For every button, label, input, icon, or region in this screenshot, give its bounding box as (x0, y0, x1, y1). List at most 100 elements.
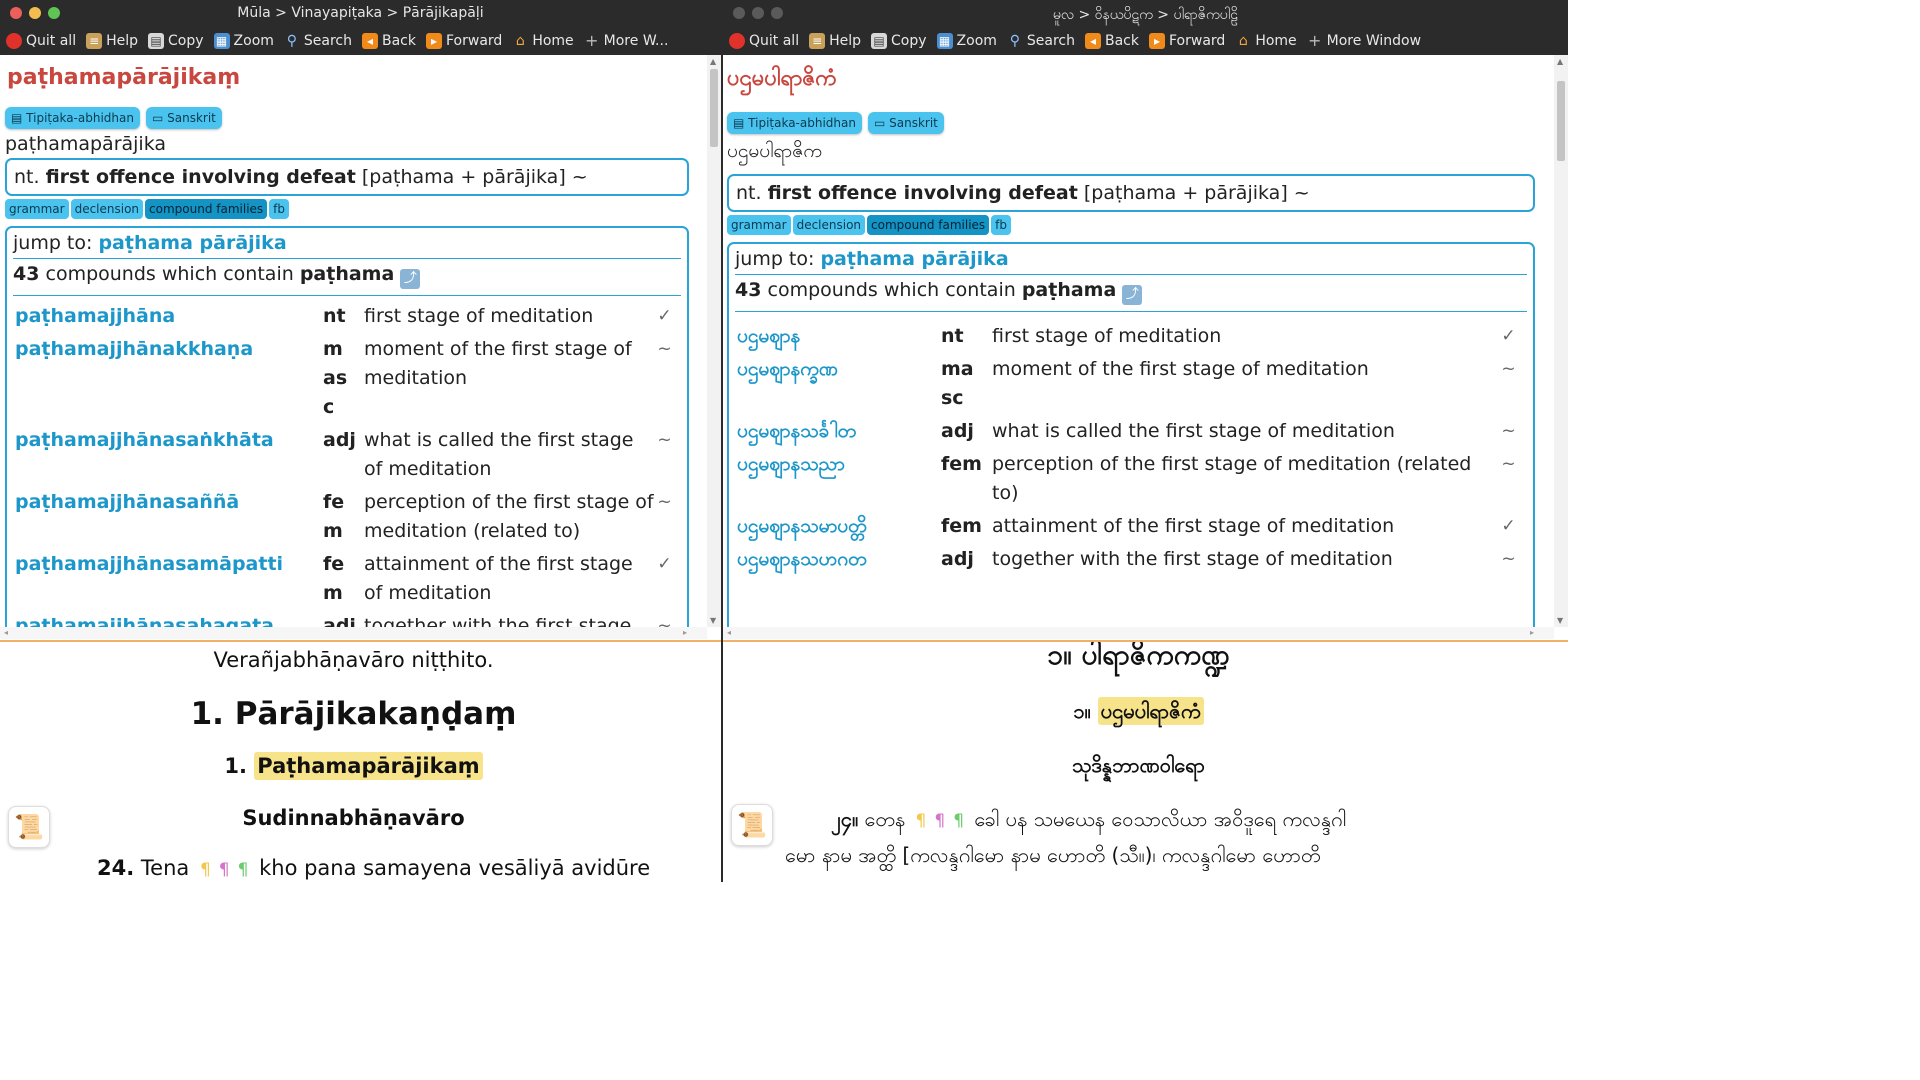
pilcrow-yellow-icon[interactable]: ¶ (916, 811, 927, 831)
compound-status: ~ (1501, 454, 1516, 474)
scroll-down-arrow[interactable]: ▼ (1557, 616, 1563, 625)
zoom-button[interactable]: ▦ Zoom (213, 33, 274, 49)
jump-links[interactable]: paṭhama pārājika (820, 248, 1008, 270)
compound-pos: ma sc (941, 358, 974, 409)
compound-row: paṭhamajjhānakkhaṇa m as c moment of the f… (15, 333, 675, 424)
help-icon: ≡ (86, 33, 103, 49)
scroll-down-arrow[interactable]: ▼ (710, 616, 716, 625)
more-window-button[interactable]: + More Window (1307, 31, 1421, 50)
compound-word[interactable]: paṭhamajjhānasamāpatti (15, 548, 323, 610)
scrollbar-thumb[interactable] (710, 69, 718, 147)
plus-icon: + (584, 31, 599, 50)
compound-word[interactable]: paṭhamajjhānasahagata (15, 610, 323, 627)
compound-meaning: first stage of meditation (364, 305, 594, 327)
horizontal-scrollbar[interactable]: ◂ ▸ (723, 627, 1554, 639)
tag-tipitaka-abhidhan[interactable]: ▤ Tipiṭaka-abhidhan (5, 107, 140, 129)
dictionary-scrollbar[interactable]: ▲ ▼ (1554, 55, 1568, 627)
horizontal-scrollbar[interactable]: ◂ ▸ (0, 627, 707, 639)
section-heading: Sudinnabhāṇavāro (242, 806, 465, 830)
scroll-up-icon[interactable]: ⤴ (1122, 285, 1143, 305)
plus-icon: + (1307, 31, 1322, 50)
search-button[interactable]: ⚲ Search (284, 33, 352, 49)
pilcrow-pink-icon[interactable]: ¶ (934, 811, 945, 831)
dictionary-scrollbar[interactable]: ▲ ▼ (707, 55, 721, 627)
pilcrow-green-icon[interactable]: ¶ (953, 811, 964, 831)
compound-word[interactable]: paṭhamajjhānasaññā (15, 486, 323, 548)
home-button[interactable]: ⌂ Home (1235, 33, 1297, 49)
back-button[interactable]: ◂ Back (1085, 33, 1139, 49)
pilcrow-green-icon[interactable]: ¶ (238, 860, 249, 880)
compound-status: ~ (657, 430, 672, 450)
tag-sanskrit[interactable]: ▭ Sanskrit (145, 107, 222, 129)
compound-families-button[interactable]: compound families (867, 215, 990, 235)
search-icon: ⚲ (1009, 33, 1021, 49)
jump-links[interactable]: paṭhama pārājika (98, 232, 286, 254)
declension-button[interactable]: declension (70, 199, 144, 219)
scroll-up-icon[interactable]: ⤴ (400, 269, 421, 289)
definition-construction: [paṭhama + pārājika] ~ (361, 166, 588, 188)
scroll-document-icon[interactable]: 📜 (8, 806, 50, 848)
compound-word[interactable]: ပဌမဈာနက္ခဏ (737, 353, 941, 415)
compound-pos: fem (941, 515, 982, 537)
quit-all-button[interactable]: Quit all (729, 33, 799, 49)
tag-tipitaka-abhidhan[interactable]: ▤ Tipiṭaka-abhidhan (727, 112, 862, 134)
compound-word[interactable]: paṭhamajjhāna (15, 300, 323, 333)
compound-families-button[interactable]: compound families (145, 199, 268, 219)
tag-sanskrit[interactable]: ▭ Sanskrit (867, 112, 944, 134)
zoom-button[interactable]: ▦ Zoom (936, 33, 997, 49)
compound-pos: adj (323, 615, 356, 627)
compound-meaning: what is called the first stage of medita… (992, 420, 1395, 442)
help-button[interactable]: ≡ Help (809, 33, 861, 49)
dictionary-pane: ပဌမပါရာဇိကံ ▤ Tipiṭaka-abhidhan ▭ Sanskr… (723, 55, 1554, 627)
compound-row: ပဌမဈာနသညာ fem perception of the first stag… (737, 448, 1521, 510)
back-icon: ◂ (1085, 33, 1101, 49)
scroll-up-arrow[interactable]: ▲ (1557, 57, 1563, 66)
pilcrow-yellow-icon[interactable]: ¶ (200, 860, 211, 880)
headword: paṭhamapārājikaṃ (7, 65, 241, 90)
help-button[interactable]: ≡ Help (86, 33, 138, 49)
declension-button[interactable]: declension (792, 215, 866, 235)
compound-word[interactable]: ပဌမဈာနသညာ (737, 448, 941, 510)
compound-word[interactable]: paṭhamajjhānakkhaṇa (15, 333, 323, 424)
compound-status: ~ (1501, 421, 1516, 441)
compound-row: paṭhamajjhānasaññā fe m perception of the … (15, 486, 675, 548)
more-window-button[interactable]: + More W... (584, 31, 668, 50)
compound-status: ✓ (1501, 326, 1516, 346)
right-titlebar: မူလ > ဝိနယပိဋက > ပါရာဇိကပါဠိ (723, 0, 1568, 27)
scroll-up-arrow[interactable]: ▲ (710, 57, 716, 66)
compound-row: ပဌမဈာနသင်္ခါတ adj what is called the first… (737, 415, 1521, 448)
forward-button[interactable]: ▸ Forward (426, 33, 502, 49)
copy-button[interactable]: ▤ Copy (871, 33, 927, 49)
compound-pos: fe m (323, 491, 345, 542)
forward-button[interactable]: ▸ Forward (1149, 33, 1225, 49)
fb-button[interactable]: fb (991, 215, 1012, 235)
pilcrow-pink-icon[interactable]: ¶ (219, 860, 230, 880)
compound-word[interactable]: paṭhamajjhānasaṅkhāta (15, 424, 323, 486)
compound-status: ~ (1501, 359, 1516, 379)
compound-meaning: together with the first stage of meditat… (992, 548, 1393, 570)
scrollbar-thumb[interactable] (1557, 81, 1565, 161)
compound-word[interactable]: ပဌမဈာနသင်္ခါတ (737, 415, 941, 448)
back-icon: ◂ (362, 33, 378, 49)
compound-row: ပဌမဈာနသဟဂတ adj together with the first sta… (737, 543, 1521, 576)
search-button[interactable]: ⚲ Search (1007, 33, 1075, 49)
back-button[interactable]: ◂ Back (362, 33, 416, 49)
quit-all-button[interactable]: Quit all (6, 33, 76, 49)
grammar-button[interactable]: grammar (5, 199, 69, 219)
chapter-heading: ၁။ ပါရာဇိကကဏ္ဍ (1047, 642, 1230, 671)
lemma: ပဌမပါရာဇိက (727, 140, 822, 162)
home-button[interactable]: ⌂ Home (512, 33, 574, 49)
compound-count: 43 compounds which contain paṭhama ⤴ (7, 259, 687, 295)
compound-pos: nt (323, 305, 346, 327)
grammar-button[interactable]: grammar (727, 215, 791, 235)
compound-word[interactable]: ပဌမဈာနသဟဂတ (737, 543, 941, 576)
scroll-document-icon[interactable]: 📜 (731, 804, 773, 846)
compound-table: paṭhamajjhāna nt first stage of meditation… (15, 300, 675, 627)
compound-word[interactable]: ပဌမဈာန (737, 320, 941, 353)
compound-row: paṭhamajjhānasaṅkhāta adj what is called t… (15, 424, 675, 486)
fb-button[interactable]: fb (269, 199, 290, 219)
compound-meaning: moment of the first stage of meditation (992, 358, 1369, 380)
headword: ပဌမပါရာဇိကံ (727, 66, 837, 91)
compound-word[interactable]: ပဌမဈာနသမာပတ္တိ (737, 510, 941, 543)
copy-button[interactable]: ▤ Copy (148, 33, 204, 49)
